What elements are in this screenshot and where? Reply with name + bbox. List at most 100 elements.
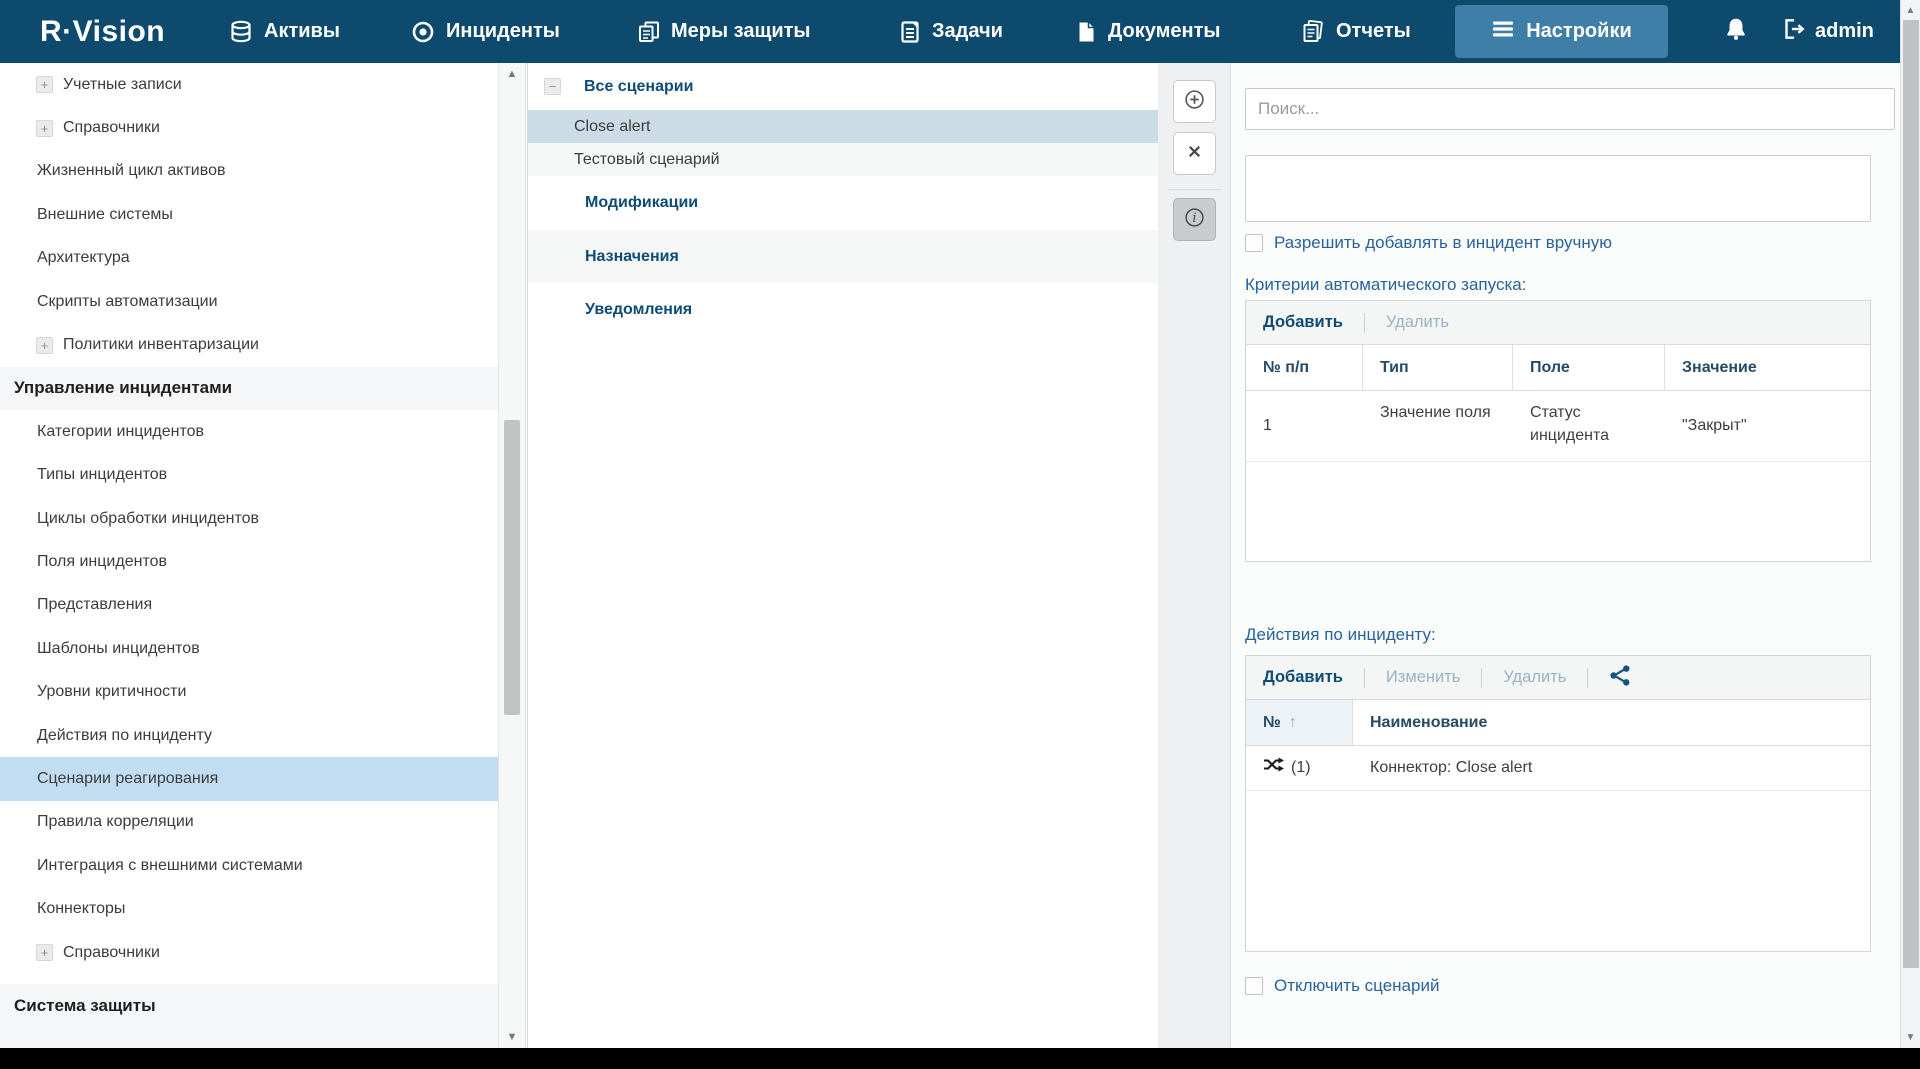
column-header[interactable]: № п/п (1246, 345, 1363, 390)
sidebar-item-inventory-policies[interactable]: + Политики инвентаризации (0, 323, 498, 366)
logout-icon (1780, 16, 1806, 48)
sidebar-item-severity-levels[interactable]: Уровни критичности (0, 670, 498, 713)
sidebar-item-incident-categories[interactable]: Категории инцидентов (0, 410, 498, 453)
logout-user-button[interactable]: admin (1780, 0, 1874, 63)
sidebar-scrollbar-thumb[interactable] (504, 420, 520, 715)
criteria-delete-button[interactable]: Удалить (1386, 313, 1449, 332)
expand-plus-icon[interactable]: + (36, 337, 53, 354)
nav-item-incidents[interactable]: Инциденты (410, 0, 560, 63)
actions-header-row: № ↑ Наименование (1246, 700, 1870, 746)
notifications-bell-button[interactable] (1722, 0, 1750, 63)
scenario-info-button[interactable]: i (1173, 198, 1216, 241)
disable-scenario-checkbox[interactable]: Отключить сценарий (1245, 976, 1439, 996)
tree-item-close-alert[interactable]: Close alert (528, 110, 1158, 143)
expand-plus-icon[interactable]: + (36, 76, 53, 93)
tree-label: Close alert (574, 118, 650, 136)
sidebar-scrollbar[interactable]: ▲ ▼ (498, 63, 526, 1048)
sidebar-label: Шаблоны инцидентов (37, 640, 200, 658)
delete-scenario-button[interactable] (1173, 132, 1216, 175)
sidebar-item-incident-fields[interactable]: Поля инцидентов (0, 540, 498, 583)
allow-manual-add-checkbox[interactable]: Разрешить добавлять в инцидент вручную (1245, 233, 1612, 253)
checkbox-label: Разрешить добавлять в инцидент вручную (1274, 233, 1612, 253)
column-header[interactable]: Значение (1665, 345, 1870, 390)
criteria-table: Добавить Удалить № п/п Тип Поле Значение… (1245, 300, 1871, 562)
cell-type: Значение поля (1363, 391, 1513, 461)
tree-label: Все сценарии (584, 78, 693, 96)
rvision-logo: R·Vision (40, 0, 165, 63)
sidebar-item-views[interactable]: Представления (0, 584, 498, 627)
actions-delete-button[interactable]: Удалить (1503, 668, 1566, 687)
expand-plus-icon[interactable]: + (36, 120, 53, 137)
expand-plus-icon[interactable]: + (36, 944, 53, 961)
sidebar-item-response-scenarios[interactable]: Сценарии реагирования (0, 757, 498, 800)
column-header[interactable]: Наименование (1353, 700, 1870, 745)
column-header[interactable]: Поле (1513, 345, 1665, 390)
actions-table: Добавить Изменить Удалить (1245, 655, 1871, 952)
copy-pages-icon (637, 20, 661, 44)
add-scenario-button[interactable] (1173, 80, 1216, 123)
sidebar-item-architecture[interactable]: Архитектура (0, 237, 498, 280)
hamburger-icon (1491, 17, 1515, 47)
toolbar-divider (1168, 189, 1221, 190)
page-scrollbar-thumb[interactable] (1903, 20, 1919, 968)
cell-field: Статус инцидента (1513, 391, 1665, 461)
column-header-number-sorted[interactable]: № ↑ (1246, 700, 1353, 745)
criteria-toolbar: Добавить Удалить (1246, 301, 1870, 345)
actions-add-button[interactable]: Добавить (1263, 668, 1343, 687)
actions-edit-button[interactable]: Изменить (1386, 668, 1460, 687)
sidebar-item-incident-templates[interactable]: Шаблоны инцидентов (0, 627, 498, 670)
sidebar-item-correlation-rules[interactable]: Правила корреляции (0, 801, 498, 844)
page-scrollbar[interactable]: ▲ ▼ (1900, 0, 1920, 1048)
sidebar-item-incident-types[interactable]: Типы инцидентов (0, 454, 498, 497)
tree-label: Назначения (585, 248, 679, 266)
scroll-up-icon[interactable]: ▲ (499, 68, 525, 80)
scroll-down-icon[interactable]: ▼ (1901, 1032, 1920, 1043)
sidebar-item-directories[interactable]: + Справочники (0, 106, 498, 149)
tree-item-notifications[interactable]: Уведомления (528, 283, 1158, 337)
nav-label: Задачи (932, 20, 1003, 43)
nav-item-documents[interactable]: Документы (1074, 0, 1220, 63)
criteria-add-button[interactable]: Добавить (1263, 313, 1343, 332)
actions-table-row[interactable]: (1) Коннектор: Close alert (1246, 746, 1870, 791)
checkbox-icon[interactable] (1245, 234, 1263, 252)
checkbox-icon[interactable] (1245, 977, 1263, 995)
nav-item-assets[interactable]: Активы (228, 0, 340, 63)
tree-item-assignments[interactable]: Назначения (528, 230, 1158, 283)
tree-item-test-scenario[interactable]: Тестовый сценарий (528, 143, 1158, 176)
tree-root-all-scenarios[interactable]: − Все сценарии (528, 63, 1158, 110)
sort-ascending-icon: ↑ (1289, 714, 1297, 732)
sidebar-label: Типы инцидентов (37, 466, 167, 484)
sidebar-item-directories-2[interactable]: + Справочники (0, 931, 498, 974)
sidebar-item-external-systems[interactable]: Внешние системы (0, 193, 498, 236)
sidebar-item-accounts[interactable]: + Учетные записи (0, 63, 498, 106)
tree-label: Модификации (585, 194, 698, 212)
scroll-down-icon[interactable]: ▼ (499, 1031, 525, 1043)
nav-item-settings-active[interactable]: Настройки (1455, 5, 1668, 58)
sidebar-label: Представления (37, 596, 152, 614)
nav-item-tasks[interactable]: Задачи (898, 0, 1003, 63)
sidebar-label: Коннекторы (37, 900, 125, 918)
sidebar-label: Политики инвентаризации (63, 336, 259, 354)
nav-item-reports[interactable]: Отчеты (1300, 0, 1411, 63)
sidebar-item-external-integration[interactable]: Интеграция с внешними системами (0, 844, 498, 887)
criteria-table-row[interactable]: 1 Значение поля Статус инцидента "Закрыт… (1246, 391, 1870, 462)
sidebar-item-incident-actions[interactable]: Действия по инциденту (0, 714, 498, 757)
search-input[interactable] (1245, 88, 1895, 130)
toolbar-divider (1481, 668, 1482, 688)
sidebar-section-label: Управление инцидентами (14, 378, 232, 398)
column-header[interactable]: Тип (1363, 345, 1513, 390)
sidebar-label: Справочники (63, 944, 160, 962)
sidebar-item-asset-lifecycle[interactable]: Жизненный цикл активов (0, 150, 498, 193)
scenario-description-field[interactable] (1245, 155, 1871, 222)
sidebar-item-automation-scripts[interactable]: Скрипты автоматизации (0, 280, 498, 323)
collapse-minus-icon[interactable]: − (544, 78, 561, 95)
sidebar-label: Интеграция с внешними системами (37, 857, 303, 875)
actions-flow-button[interactable] (1609, 664, 1632, 692)
shuffle-icon (1263, 756, 1284, 780)
tree-item-modifications[interactable]: Модификации (528, 176, 1158, 230)
scroll-up-icon[interactable]: ▲ (1901, 5, 1920, 16)
sidebar-item-incident-workflows[interactable]: Циклы обработки инцидентов (0, 497, 498, 540)
nav-item-countermeasures[interactable]: Меры защиты (637, 0, 810, 63)
sidebar-label: Категории инцидентов (37, 423, 204, 441)
sidebar-item-connectors[interactable]: Коннекторы (0, 887, 498, 930)
